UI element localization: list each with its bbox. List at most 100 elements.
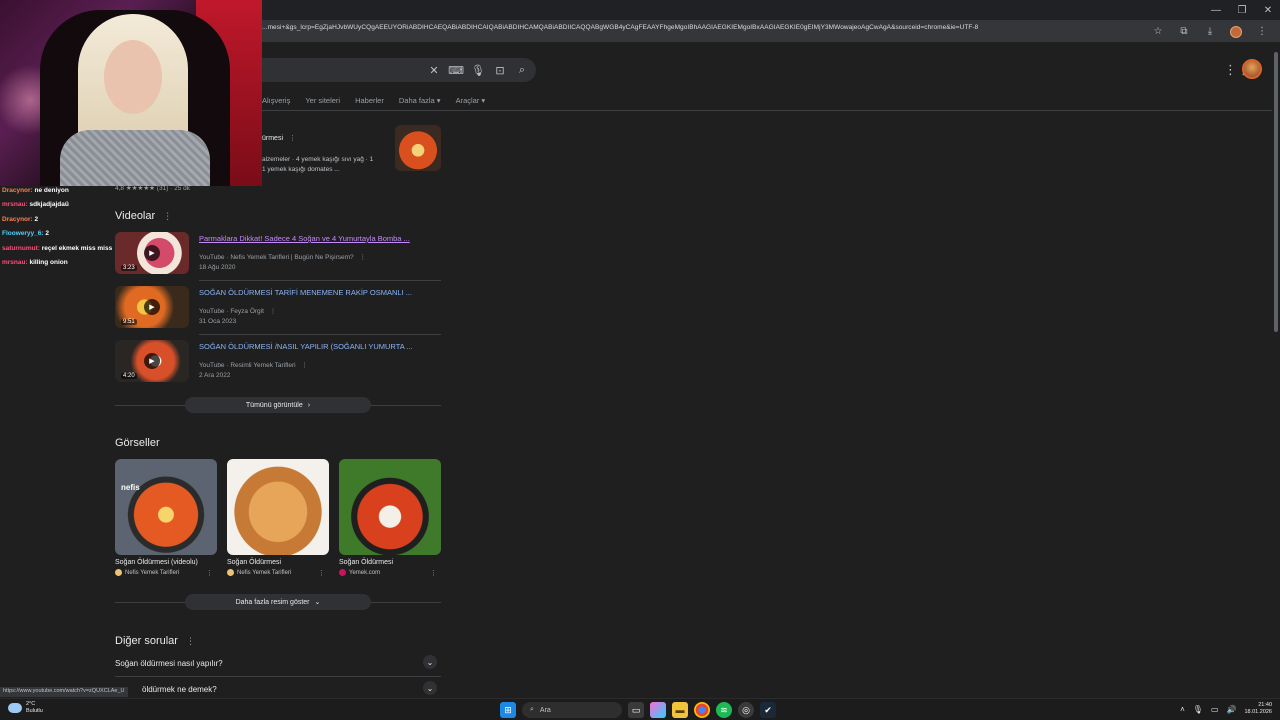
video-duration: 9:51 [121,319,137,325]
recipe-ingredients: alzemeler · 4 yemek kaşığı sıvı yağ · 1 [262,156,374,163]
start-icon[interactable]: ⊞ [500,702,516,718]
video-thumbnail[interactable]: ▶ 3:23 [115,232,189,274]
microphone-icon[interactable]: 🎙 [471,62,485,78]
video-date: 2 Ara 2022 [199,372,231,379]
photos-icon[interactable] [650,702,666,718]
image-result[interactable]: nefis Soğan Öldürmesi (videolu) Nefis Ye… [115,459,217,577]
question-item[interactable]: Soğan öldürmesi nasıl yapılır? ⌄ [115,653,441,677]
video-title-link[interactable]: Parmaklara Dikkat! Sadece 4 Soğan ve 4 Y… [199,234,410,243]
tab-tools[interactable]: Araçlar ▾ [456,96,486,105]
video-title-link[interactable]: SOĞAN ÖLDÜRMESİ TARİFİ MENEMENE RAKİP OS… [199,288,412,297]
recipe-ingredients-2: 1 yemek kaşığı domates ... [262,166,340,173]
weather-widget[interactable]: 2°C Bulutlu [8,701,43,715]
scroll-thumb[interactable] [1274,52,1278,332]
stream-chat: Dracynor: ne deniyon mrsnau: sdkjadjajda… [2,184,112,270]
tab-more[interactable]: Daha fazla ▾ [399,96,441,105]
image-result[interactable]: Soğan Öldürmesi Nefis Yemek Tarifleri ⋮ [227,459,329,577]
bookmark-star-icon[interactable]: ☆ [1150,23,1166,39]
search-input[interactable]: ✕ ⌨ 🎙 ⊡ ⌕ [262,58,536,82]
clock[interactable]: 21:40 18.01.2026 [1244,702,1272,716]
spotify-icon[interactable]: ≋ [716,702,732,718]
minimize-icon[interactable]: — [1204,0,1228,20]
cloud-icon [8,703,22,713]
chevron-up-icon[interactable]: ˄ [1180,705,1185,714]
video-title-link[interactable]: SOĞAN ÖLDÜRMESİ /NASIL YAPILIR (SOĞANLI … [199,342,413,351]
address-bar-actions: ☆ ⧉ ⤓ ⋮ [1150,23,1270,39]
microphone-icon[interactable]: 🎙 [1193,705,1203,714]
chat-message: Dracynor: ne deniyon [2,187,69,194]
more-images-button[interactable]: Daha fazla resim göster ⌄ [185,594,371,610]
site-favicon-icon [115,569,122,576]
keyboard-icon[interactable]: ⌨ [448,62,464,78]
more-options-icon[interactable]: ⋮ [318,569,325,577]
clear-icon[interactable]: ✕ [428,62,440,78]
tab-news[interactable]: Haberler [355,96,384,105]
image-thumbnail[interactable]: nefis [115,459,217,555]
video-date: 18 Ağu 2020 [199,264,236,271]
more-options-icon[interactable]: ⋮ [206,569,213,577]
obs-icon[interactable]: ◎ [738,702,754,718]
image-result[interactable]: Soğan Öldürmesi Yemek.com ⋮ [339,459,441,577]
search-icon[interactable]: ⌕ [516,62,528,78]
cam-sweater [60,130,210,186]
steam-icon[interactable]: ✔ [760,702,776,718]
restore-icon[interactable]: ❐ [1230,0,1254,20]
windows-taskbar: 2°C Bulutlu ⊞ ⌕ Ara ▭ ▬ ≋ ◎ ✔ ˄ 🎙 ▭ 🔊 21:4… [0,698,1280,720]
chevron-down-icon[interactable]: ⌄ [423,681,437,695]
close-icon[interactable]: ✕ [1256,0,1280,20]
volume-icon[interactable]: 🔊 [1227,705,1237,714]
play-icon: ▶ [144,245,160,261]
image-caption: Soğan Öldürmesi [339,559,394,566]
file-explorer-icon[interactable]: ▬ [672,702,688,718]
more-options-icon[interactable]: ⋮ [430,569,437,577]
date: 18.01.2026 [1244,709,1272,715]
search-tabs: Alışveriş Yer siteleri Haberler Daha faz… [262,96,485,105]
video-thumbnail[interactable]: ▶ 4:20 [115,340,189,382]
system-tray: ˄ 🎙 ▭ 🔊 21:40 18.01.2026 [1180,702,1272,716]
video-duration: 3:23 [121,265,137,271]
search-placeholder: Ara [539,706,551,714]
question-text: Soğan öldürmesi nasıl yapılır? [115,659,223,668]
divider [199,334,441,335]
video-result[interactable]: ▶ 4:20 SOĞAN ÖLDÜRMESİ /NASIL YAPILIR (S… [115,340,441,384]
search-box-actions: ✕ ⌨ 🎙 ⊡ ⌕ [428,62,528,78]
task-view-icon[interactable]: ▭ [628,702,644,718]
divider [199,280,441,281]
chevron-right-icon: › [307,401,311,409]
image-thumbnail[interactable] [227,459,329,555]
recipe-title: ürmesi ⋮ [262,135,296,142]
question-item[interactable]: öldürmek ne demek? ⌄ [115,679,441,698]
images-heading: Görseller [115,437,160,449]
image-source: Yemek.com ⋮ [339,569,441,577]
url-text[interactable]: ...mesi+&gs_lcrp=EgZjaHJvbWUyCQgAEEUYORi… [262,24,1122,31]
recipe-thumbnail[interactable] [395,125,441,171]
chat-message: mrsnau: sdkjadjajdaü [2,201,69,209]
chrome-icon[interactable] [694,702,710,718]
apps-grid-icon[interactable]: ⋮⋮ [1224,62,1250,77]
window-controls: — ❐ ✕ [1202,0,1280,20]
view-all-videos-button[interactable]: Tümünü görüntüle › [185,397,371,413]
chevron-down-icon[interactable]: ⌄ [423,655,437,669]
tab-places[interactable]: Yer siteleri [305,96,340,105]
video-result[interactable]: ▶ 3:23 Parmaklara Dikkat! Sadece 4 Soğan… [115,232,441,281]
lens-icon[interactable]: ⊡ [494,62,506,78]
extensions-icon[interactable]: ⧉ [1176,23,1192,39]
video-result[interactable]: ▶ 9:51 SOĞAN ÖLDÜRMESİ TARİFİ MENEMENE R… [115,286,441,335]
menu-kebab-icon[interactable]: ⋮ [1254,23,1270,39]
image-caption: Soğan Öldürmesi [227,559,282,566]
search-icon: ⌕ [530,706,534,713]
account-avatar[interactable] [1242,59,1262,79]
tab-shopping[interactable]: Alışveriş [262,96,290,105]
image-source: Nefis Yemek Tarifleri ⋮ [227,569,329,577]
site-favicon-icon [227,569,234,576]
page-scrollbar[interactable] [1272,42,1280,698]
video-thumbnail[interactable]: ▶ 9:51 [115,286,189,328]
weather-text: 2°C Bulutlu [26,701,43,715]
recipe-snippet[interactable]: ürmesi ⋮ alzemeler · 4 yemek kaşığı sıvı… [262,134,373,173]
webcam-overlay [0,0,262,186]
image-thumbnail[interactable] [339,459,441,555]
download-icon[interactable]: ⤓ [1202,23,1218,39]
network-icon[interactable]: ▭ [1211,705,1219,714]
profile-icon[interactable] [1228,23,1244,39]
taskbar-search[interactable]: ⌕ Ara [522,702,622,718]
